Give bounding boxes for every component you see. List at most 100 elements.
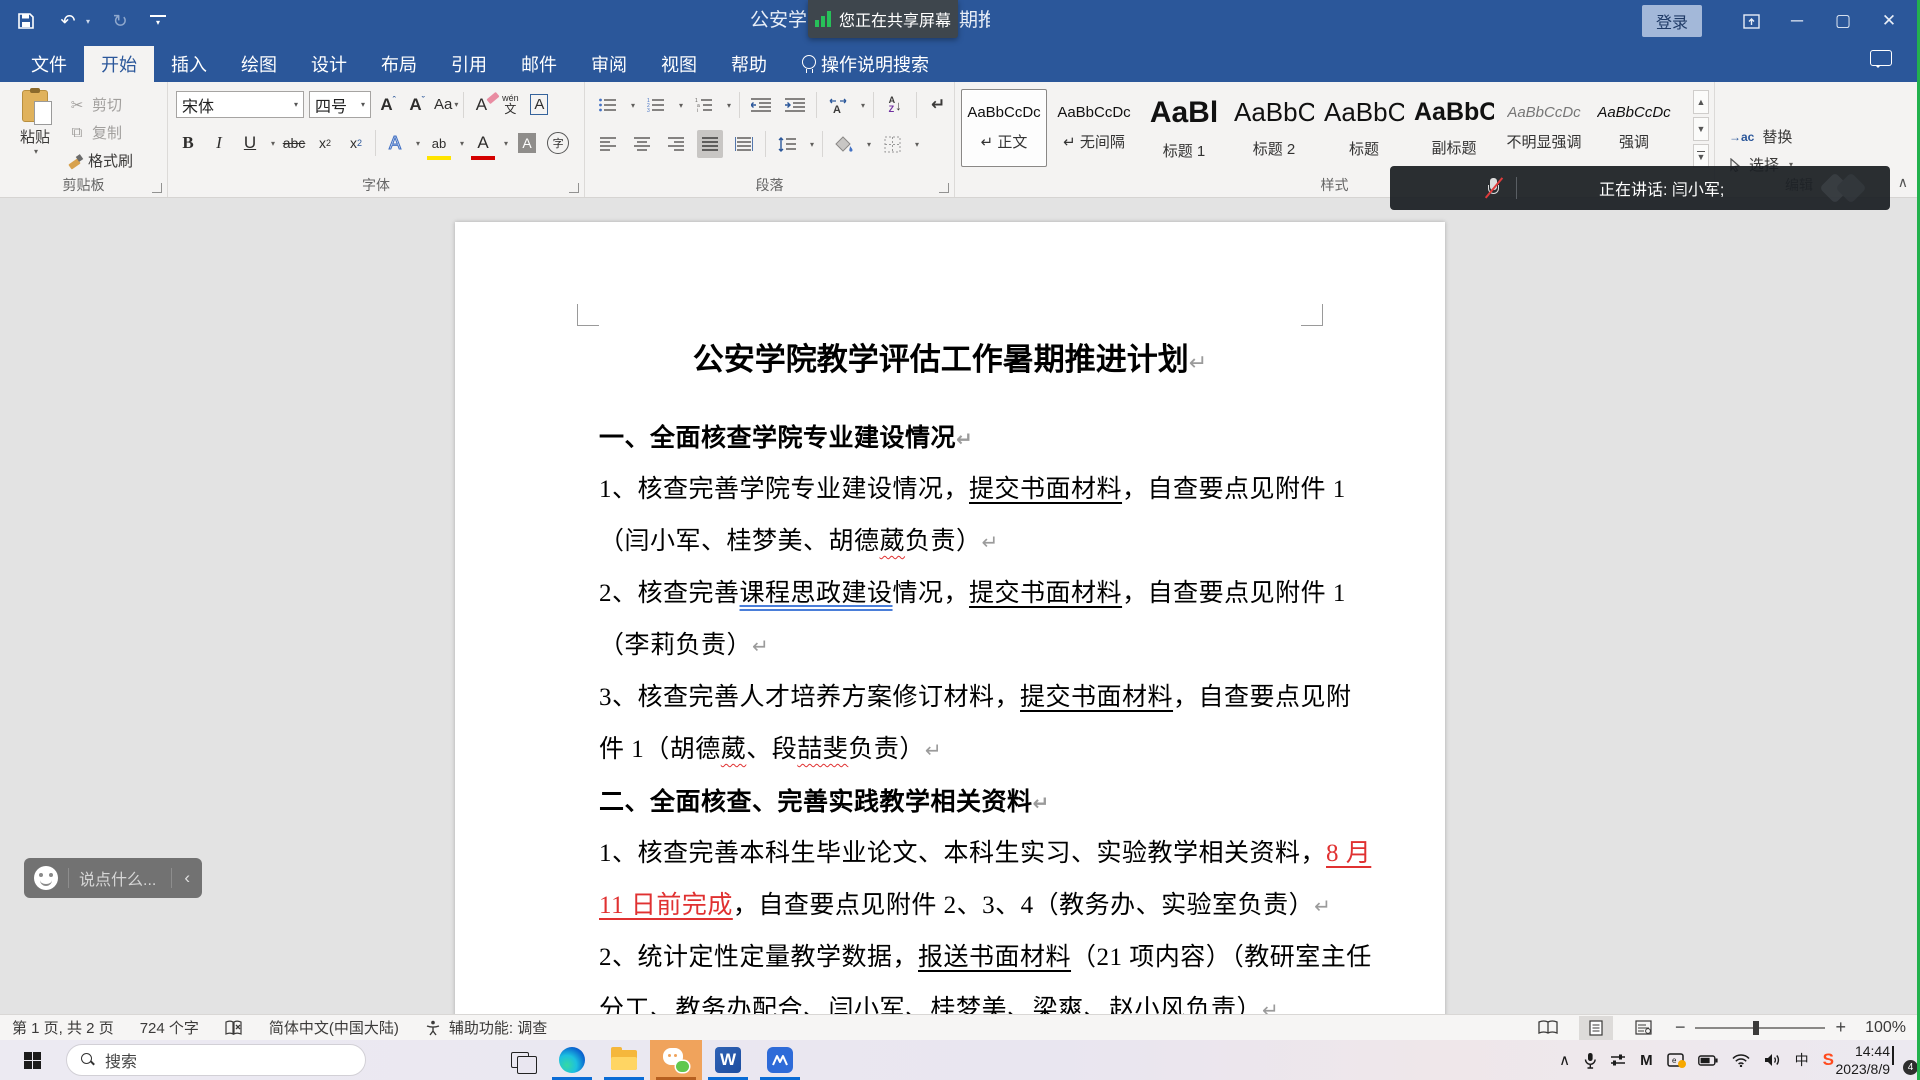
tab-review[interactable]: 审阅 bbox=[574, 46, 644, 82]
chat-input-placeholder[interactable]: 说点什么... bbox=[69, 866, 171, 890]
document-page[interactable]: 公安学院教学评估工作暑期推进计划↵ 一、全面核查学院专业建设情况↵1、核查完善学… bbox=[455, 222, 1445, 1014]
distribute-button[interactable] bbox=[731, 130, 757, 158]
ribbon-display-options-icon[interactable] bbox=[1728, 0, 1774, 42]
print-layout-button[interactable] bbox=[1579, 1016, 1613, 1040]
read-mode-button[interactable] bbox=[1531, 1016, 1565, 1040]
paste-button[interactable]: 粘贴 ▾ bbox=[10, 90, 60, 174]
taskbar-app-file-explorer[interactable] bbox=[598, 1040, 650, 1080]
show-hide-marks-button[interactable]: ↵ bbox=[925, 91, 951, 119]
doc-line[interactable]: 件 1（胡德葳、段喆斐负责）↵ bbox=[599, 724, 1359, 776]
tab-view[interactable]: 视图 bbox=[644, 46, 714, 82]
grow-font-button[interactable]: Aˆ bbox=[376, 92, 400, 118]
undo-caret-icon[interactable]: ▾ bbox=[86, 17, 90, 26]
style-item-副标题[interactable]: AaBbC副标题 bbox=[1411, 89, 1497, 167]
doc-line[interactable]: 3、核查完善人才培养方案修订材料，提交书面材料，自查要点见附 bbox=[599, 672, 1359, 724]
font-name-combo[interactable]: 宋体▾ bbox=[176, 91, 304, 118]
asian-layout-button[interactable]: A bbox=[825, 91, 851, 119]
chat-collapse-icon[interactable]: ‹ bbox=[172, 868, 202, 888]
tab-help[interactable]: 帮助 bbox=[714, 46, 784, 82]
doc-line[interactable]: 一、全面核查学院专业建设情况↵ bbox=[599, 412, 1359, 464]
tab-tell-me[interactable]: 操作说明搜索 bbox=[784, 46, 946, 82]
enclose-characters-button[interactable]: 字 bbox=[546, 130, 570, 156]
microphone-tray-icon[interactable] bbox=[1584, 1052, 1596, 1069]
page-indicator[interactable]: 第 1 页, 共 2 页 bbox=[12, 1017, 114, 1038]
emoji-icon[interactable] bbox=[34, 866, 58, 890]
doc-line[interactable]: （李莉负责）↵ bbox=[599, 620, 1359, 672]
increase-indent-button[interactable] bbox=[782, 91, 808, 119]
style-item-标题 2[interactable]: AaBbC标题 2 bbox=[1231, 89, 1317, 167]
accessibility-status[interactable]: 辅助功能: 调查 bbox=[449, 1017, 547, 1038]
document-title-line[interactable]: 公安学院教学评估工作暑期推进计划↵ bbox=[455, 334, 1445, 379]
strikethrough-button[interactable]: abc bbox=[282, 130, 306, 156]
word-count[interactable]: 724 个字 bbox=[140, 1017, 199, 1038]
tab-references[interactable]: 引用 bbox=[434, 46, 504, 82]
superscript-button[interactable]: x2 bbox=[344, 130, 368, 156]
smartcard-tray-icon[interactable]: e bbox=[1667, 1053, 1684, 1067]
highlight-caret-icon[interactable]: ▾ bbox=[460, 139, 464, 148]
task-view-button[interactable] bbox=[494, 1040, 546, 1080]
styles-more-icon[interactable]: ▼ bbox=[1693, 144, 1709, 168]
tab-layout[interactable]: 布局 bbox=[364, 46, 434, 82]
proofing-errors-icon[interactable] bbox=[225, 1020, 243, 1036]
tab-draw[interactable]: 绘图 bbox=[224, 46, 294, 82]
tab-design[interactable]: 设计 bbox=[294, 46, 364, 82]
collapse-ribbon-icon[interactable]: ∧ bbox=[1898, 174, 1908, 191]
numbering-caret-icon[interactable]: ▾ bbox=[679, 101, 683, 110]
numbering-button[interactable]: 123 bbox=[643, 91, 669, 119]
ime-indicator-icon[interactable]: 中 bbox=[1795, 1050, 1809, 1070]
underline-caret-icon[interactable]: ▾ bbox=[271, 139, 275, 148]
subscript-button[interactable]: x2 bbox=[313, 130, 337, 156]
zoom-slider-track[interactable] bbox=[1695, 1027, 1825, 1029]
clear-formatting-button[interactable]: A bbox=[469, 92, 493, 118]
doc-line[interactable]: 二、全面核查、完善实践教学相关资料↵ bbox=[599, 776, 1359, 828]
bullets-caret-icon[interactable]: ▾ bbox=[631, 101, 635, 110]
doc-line[interactable]: 2、统计定性定量教学数据，报送书面材料（21 项内容）（教研室主任 bbox=[599, 932, 1359, 984]
hidden-icons-chevron[interactable]: ∧ bbox=[1559, 1051, 1570, 1069]
asian-layout-caret-icon[interactable]: ▾ bbox=[861, 101, 865, 110]
sort-button[interactable]: AZ↓ bbox=[882, 91, 908, 119]
sogou-icon[interactable]: S bbox=[1823, 1050, 1834, 1070]
tab-mailings[interactable]: 邮件 bbox=[504, 46, 574, 82]
tab-insert[interactable]: 插入 bbox=[154, 46, 224, 82]
borders-button[interactable] bbox=[879, 130, 905, 158]
tab-file[interactable]: 文件 bbox=[14, 46, 84, 82]
zoom-slider-handle[interactable] bbox=[1753, 1021, 1759, 1035]
language-indicator[interactable]: 简体中文(中国大陆) bbox=[269, 1017, 399, 1038]
font-size-combo[interactable]: 四号▾ bbox=[309, 91, 371, 118]
clipboard-dialog-launcher-icon[interactable] bbox=[152, 183, 162, 193]
doc-line[interactable]: 分工、教务办配合、闫小军、桂梦美、梁爽、赵小风负责）↵ bbox=[599, 984, 1359, 1014]
close-button[interactable]: ✕ bbox=[1866, 0, 1912, 42]
zoom-level[interactable]: 100% bbox=[1860, 1019, 1906, 1037]
align-center-button[interactable] bbox=[629, 130, 655, 158]
change-case-button[interactable]: Aa▾ bbox=[434, 92, 458, 118]
customize-qat-icon[interactable]: ▾ bbox=[150, 15, 166, 27]
font-dialog-launcher-icon[interactable] bbox=[569, 183, 579, 193]
phonetic-guide-button[interactable]: wén文 bbox=[498, 92, 522, 118]
justify-button[interactable] bbox=[697, 130, 723, 158]
align-left-button[interactable] bbox=[595, 130, 621, 158]
styles-scroll-up-icon[interactable]: ▲ bbox=[1693, 90, 1709, 114]
style-item-标题[interactable]: AaBbC标题 bbox=[1321, 89, 1407, 167]
styles-scroll-down-icon[interactable]: ▼ bbox=[1693, 117, 1709, 141]
tab-home[interactable]: 开始 bbox=[84, 46, 154, 82]
cut-button[interactable]: ✂剪切 bbox=[68, 94, 122, 115]
zoom-in-icon[interactable]: + bbox=[1835, 1017, 1846, 1038]
minimize-button[interactable]: ─ bbox=[1774, 0, 1820, 42]
align-right-button[interactable] bbox=[663, 130, 689, 158]
shrink-font-button[interactable]: Aˇ bbox=[405, 92, 429, 118]
taskbar-clock[interactable]: 14:44 2023/8/9 bbox=[1836, 1042, 1891, 1078]
underline-button[interactable]: U bbox=[238, 130, 262, 156]
taskbar-app-word[interactable]: W bbox=[702, 1040, 754, 1080]
copy-button[interactable]: ⧉复制 bbox=[68, 122, 122, 143]
comments-icon[interactable] bbox=[1870, 50, 1894, 70]
format-painter-button[interactable]: 格式刷 bbox=[68, 150, 133, 171]
style-item-标题 1[interactable]: AaBl标题 1 bbox=[1141, 89, 1227, 167]
wifi-icon[interactable] bbox=[1732, 1054, 1750, 1067]
web-layout-button[interactable] bbox=[1627, 1016, 1661, 1040]
signin-button[interactable]: 登录 bbox=[1642, 5, 1702, 37]
paragraph-dialog-launcher-icon[interactable] bbox=[939, 183, 949, 193]
italic-button[interactable]: I bbox=[207, 130, 231, 156]
bold-button[interactable]: B bbox=[176, 130, 200, 156]
decrease-indent-button[interactable] bbox=[748, 91, 774, 119]
notification-center-button[interactable]: 4 bbox=[1892, 1047, 1916, 1073]
